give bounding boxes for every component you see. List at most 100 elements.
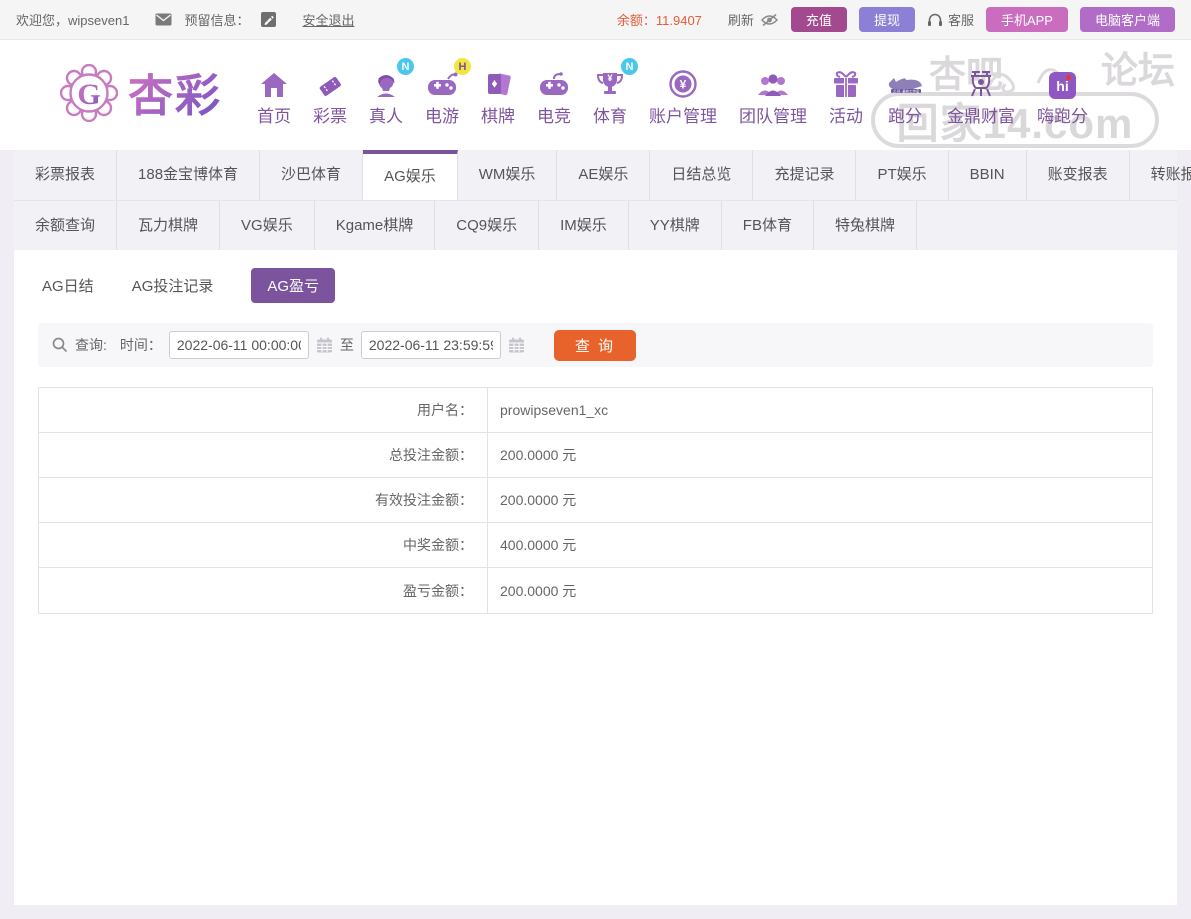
ag-subtabs: AG日结 AG投注记录 AG盈亏 [14,266,1177,317]
site-header: 杏吧 论坛 回家14.com G 杏彩 首页 [0,40,1191,150]
row-value: 200.0000 元 [488,568,576,613]
subtab-ag-rijie[interactable]: AG日结 [42,275,94,296]
logout-link[interactable]: 安全退出 [302,10,354,29]
subtab-ag-yingkui[interactable]: AG盈亏 [251,268,335,303]
report-tabs-row-2: 余额查询 瓦力棋牌 VG娱乐 Kgame棋牌 CQ9娱乐 IM娱乐 YY棋牌 F… [14,200,1177,250]
eye-off-icon[interactable] [760,13,779,27]
row-label: 用户名： [39,388,488,432]
edit-icon[interactable] [261,12,276,27]
withdraw-button[interactable]: 提现 [859,7,915,32]
table-row: 盈亏金额： 200.0000 元 [39,568,1152,613]
search-icon [52,337,68,353]
row-value: 200.0000 元 [488,478,576,522]
table-row: 总投注金额： 200.0000 元 [39,433,1152,478]
balance-value: 11.9407 [656,13,702,28]
esports-gamepad-icon [538,63,570,99]
customer-service-button[interactable]: 客服 [927,10,974,29]
logo-flower-icon: G [60,64,118,127]
row-label: 有效投注金额： [39,478,488,522]
nav-jinding[interactable]: 金鼎财富 [936,63,1026,127]
welcome-text: 欢迎您，wipseven1 [16,10,129,29]
tab-rijie-zonglan[interactable]: 日结总览 [650,150,753,200]
tab-caipiao-baobiao[interactable]: 彩票报表 [14,150,117,200]
nav-sports[interactable]: ¥ N 体育 [582,63,638,127]
time-label: 时间： [120,335,162,355]
row-value: prowipseven1_xc [488,388,608,432]
hi-dot [1066,75,1071,80]
nav-lottery[interactable]: 彩票 [302,63,358,127]
table-row: 有效投注金额： 200.0000 元 [39,478,1152,523]
tab-ae-yule[interactable]: AE娱乐 [557,150,650,200]
headset-icon [927,13,943,27]
nav-hipaofen[interactable]: hi 嗨跑分 [1026,63,1099,127]
date-from-input[interactable] [169,331,309,359]
nav-paofen[interactable]: 之.好. 最实工作室 跑分 [874,63,936,127]
nav-live[interactable]: N 真人 [358,63,414,127]
row-value: 400.0000 元 [488,523,576,567]
main-container: 彩票报表 188金宝博体育 沙巴体育 AG娱乐 WM娱乐 AE娱乐 日结总览 充… [14,150,1177,905]
rhino-icon: 之.好. 最实工作室 [885,63,925,99]
tab-pt-yule[interactable]: PT娱乐 [856,150,948,200]
tab-tetu-qipai[interactable]: 特兔棋牌 [814,201,917,250]
site-logo[interactable]: G 杏彩 [60,64,222,127]
nav-egames[interactable]: H 电游 [414,63,470,127]
badge-h: H [454,58,471,75]
table-row: 用户名： prowipseven1_xc [39,388,1152,433]
hi-icon: hi [1049,63,1076,99]
query-bar: 查询: 时间： 至 查 询 [38,323,1153,367]
badge-n: N [397,58,414,75]
tab-bbin[interactable]: BBIN [949,150,1027,200]
recharge-button[interactable]: 充值 [791,7,847,32]
yuan-coin-icon: ¥ [668,63,698,99]
report-tabs-row-1: 彩票报表 188金宝博体育 沙巴体育 AG娱乐 WM娱乐 AE娱乐 日结总览 充… [14,150,1177,200]
svg-text:¥: ¥ [608,73,613,83]
reserved-info-label: 预留信息： [184,10,249,29]
row-label: 总投注金额： [39,433,488,477]
nav-team[interactable]: 团队管理 [728,63,818,127]
svg-text:¥: ¥ [680,78,687,92]
nav-esports[interactable]: 电竞 [526,63,582,127]
date-to-input[interactable] [361,331,501,359]
topbar: 欢迎您，wipseven1 预留信息： 安全退出 余额：11.9407 刷新 充… [0,0,1191,40]
tab-yy-qipai[interactable]: YY棋牌 [629,201,722,250]
tab-cq9-yule[interactable]: CQ9娱乐 [435,201,539,250]
tab-zhangbian-baobiao[interactable]: 账变报表 [1027,150,1130,200]
trophy-icon: ¥ N [595,63,625,99]
envelope-icon[interactable] [155,13,172,26]
table-row: 中奖金额： 400.0000 元 [39,523,1152,568]
tab-zhuanzhang-baobiao[interactable]: 转账报表 [1130,150,1191,200]
calendar-icon[interactable] [508,337,525,353]
query-label: 查询: [75,335,107,355]
main-nav: 首页 彩票 N 真人 H 电游 棋牌 [246,63,1099,127]
tab-ag-yule[interactable]: AG娱乐 [363,150,458,200]
pc-client-button[interactable]: 电脑客户端 [1080,7,1175,32]
tab-kgame-qipai[interactable]: Kgame棋牌 [315,201,436,250]
row-label: 中奖金额： [39,523,488,567]
team-icon [756,63,790,99]
brand-name: 杏彩 [128,73,222,118]
tab-wm-yule[interactable]: WM娱乐 [458,150,558,200]
nav-promotions[interactable]: 活动 [818,63,874,127]
tab-im-yule[interactable]: IM娱乐 [539,201,629,250]
subtab-ag-touzhu-jilu[interactable]: AG投注记录 [132,275,214,296]
tab-wali-qipai[interactable]: 瓦力棋牌 [117,201,220,250]
tab-chongti-jilu[interactable]: 充提记录 [753,150,856,200]
tab-fb-tiyu[interactable]: FB体育 [722,201,814,250]
tab-vg-yule[interactable]: VG娱乐 [220,201,315,250]
calendar-icon[interactable] [316,337,333,353]
row-label: 盈亏金额： [39,568,488,613]
svg-text:G: G [77,78,100,111]
home-icon [259,63,289,99]
refresh-button[interactable]: 刷新 [728,10,779,29]
nav-cards[interactable]: 棋牌 [470,63,526,127]
tab-188jinbaobo[interactable]: 188金宝博体育 [117,150,260,200]
query-button[interactable]: 查 询 [554,330,636,361]
slot-gamepad-icon: H [426,63,458,99]
mobile-app-button[interactable]: 手机APP [986,7,1068,32]
profit-loss-table: 用户名： prowipseven1_xc 总投注金额： 200.0000 元 有… [38,387,1153,614]
tab-yue-chaxun[interactable]: 余额查询 [14,201,117,250]
tab-shaba[interactable]: 沙巴体育 [260,150,363,200]
nav-account[interactable]: ¥ 账户管理 [638,63,728,127]
ding-vessel-icon [966,63,996,99]
nav-home[interactable]: 首页 [246,63,302,127]
